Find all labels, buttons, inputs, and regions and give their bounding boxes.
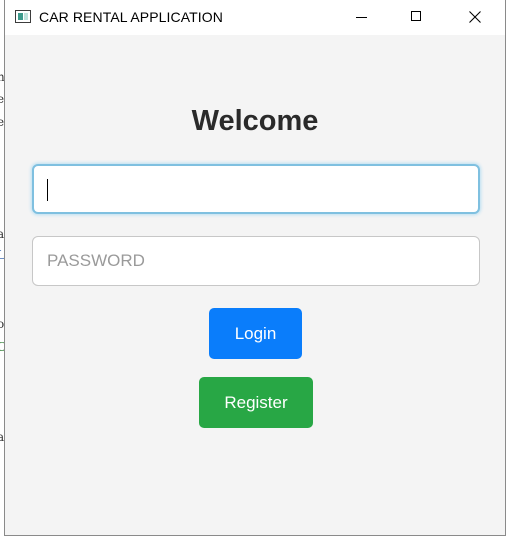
text-caret [47, 179, 48, 201]
welcome-heading: Welcome [191, 105, 319, 137]
login-button[interactable]: Login [209, 308, 302, 359]
maximize-button[interactable] [394, 0, 440, 35]
register-button[interactable]: Register [199, 377, 313, 428]
password-field[interactable]: PASSWORD [32, 236, 480, 286]
title-bar[interactable]: CAR RENTAL APPLICATION [5, 0, 505, 35]
app-window-icon [15, 10, 31, 23]
app-window: CAR RENTAL APPLICATION Welcome PASSWORD … [4, 0, 506, 536]
username-field[interactable] [32, 164, 480, 214]
password-placeholder: PASSWORD [47, 251, 145, 270]
minimize-button[interactable] [339, 0, 385, 35]
close-button[interactable] [452, 0, 498, 35]
close-icon [469, 11, 481, 23]
window-title: CAR RENTAL APPLICATION [39, 9, 223, 25]
